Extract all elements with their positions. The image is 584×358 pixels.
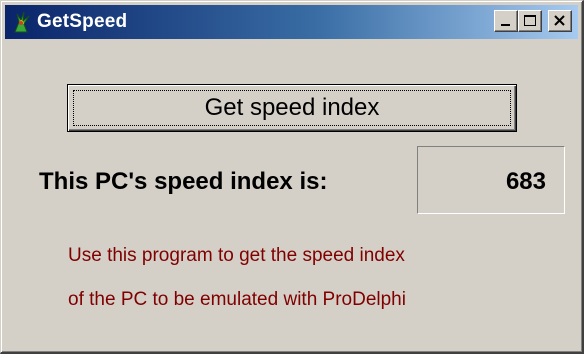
delphi-app-icon[interactable] <box>9 10 33 34</box>
info-text-line2: of the PC to be emulated with ProDelphi <box>68 289 406 310</box>
get-speed-index-label: Get speed index <box>204 94 380 121</box>
minimize-icon <box>501 24 510 26</box>
window-title: GetSpeed <box>37 11 128 32</box>
speed-index-label: This PC's speed index is: <box>39 168 328 195</box>
info-text-line1: Use this program to get the speed index <box>68 245 405 266</box>
app-window: GetSpeed Get speed index This PC's speed… <box>0 0 584 354</box>
speed-index-value: 683 <box>505 168 546 195</box>
maximize-button[interactable] <box>518 10 542 32</box>
title-bar[interactable]: GetSpeed <box>5 5 578 39</box>
maximize-icon <box>524 15 536 26</box>
speed-index-display: 683 <box>417 146 565 214</box>
close-icon <box>554 15 565 26</box>
get-speed-index-button[interactable]: Get speed index <box>67 84 517 132</box>
minimize-button[interactable] <box>494 10 518 32</box>
close-button[interactable] <box>548 10 572 32</box>
